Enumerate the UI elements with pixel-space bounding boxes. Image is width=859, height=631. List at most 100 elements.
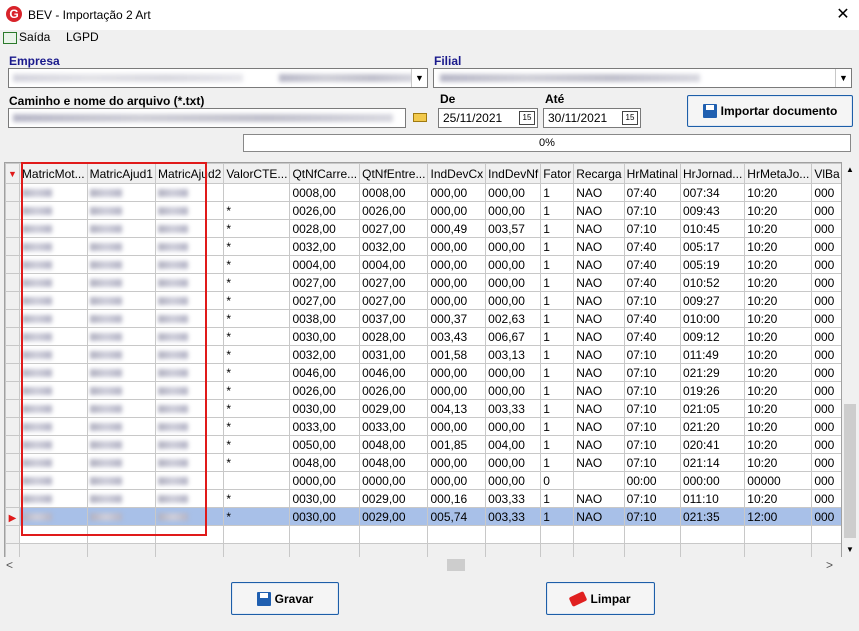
table-cell[interactable]: 1: [540, 453, 575, 472]
table-cell[interactable]: 021:14: [679, 453, 746, 472]
table-cell[interactable]: 011:49: [679, 345, 746, 364]
table-cell[interactable]: 000: [811, 489, 841, 508]
table-cell[interactable]: 000,00: [427, 255, 487, 274]
table-cell[interactable]: 007:34: [679, 183, 746, 202]
table-cell[interactable]: 000,37: [427, 309, 487, 328]
column-header[interactable]: IndDevNf: [485, 163, 542, 184]
table-cell[interactable]: 0026,00: [289, 381, 361, 400]
table-cell[interactable]: [573, 471, 625, 490]
menu-item-lgpd[interactable]: LGPD: [66, 30, 99, 44]
table-cell[interactable]: 0000,00: [289, 471, 361, 490]
table-cell[interactable]: 10:20: [744, 237, 813, 256]
table-cell[interactable]: 000,00: [427, 381, 487, 400]
table-cell[interactable]: NAO: [573, 327, 625, 346]
table-cell[interactable]: 10:20: [744, 183, 813, 202]
table-cell[interactable]: 000: [811, 435, 841, 454]
table-cell[interactable]: 000,00: [427, 453, 487, 472]
limpar-button[interactable]: Limpar: [546, 582, 655, 615]
table-cell[interactable]: 000,00: [485, 291, 542, 310]
table-cell[interactable]: NAO: [573, 255, 625, 274]
column-header[interactable]: Recarga: [573, 163, 625, 184]
table-cell[interactable]: NAO: [573, 345, 625, 364]
table-cell[interactable]: 000: [811, 507, 841, 526]
table-cell[interactable]: 12:00: [744, 507, 813, 526]
table-cell[interactable]: 0026,00: [289, 201, 361, 220]
table-cell[interactable]: *: [223, 507, 291, 526]
row-indicator[interactable]: [5, 489, 20, 508]
vertical-scroll-thumb[interactable]: [844, 404, 856, 538]
menu-item-saida[interactable]: Saída: [3, 30, 50, 44]
table-cell[interactable]: 000,00: [485, 273, 542, 292]
table-cell[interactable]: 1: [540, 399, 575, 418]
row-indicator[interactable]: [5, 327, 20, 346]
table-cell[interactable]: 003,33: [485, 399, 542, 418]
table-cell[interactable]: *: [223, 255, 291, 274]
table-cell[interactable]: 0008,00: [359, 183, 429, 202]
table-cell[interactable]: 10:20: [744, 363, 813, 382]
table-cell[interactable]: 0027,00: [359, 273, 429, 292]
table-cell[interactable]: 10:20: [744, 453, 813, 472]
table-cell[interactable]: 000,00: [485, 237, 542, 256]
table-cell[interactable]: 1: [540, 327, 575, 346]
row-indicator[interactable]: [5, 345, 20, 364]
table-cell[interactable]: *: [223, 417, 291, 436]
chevron-down-icon[interactable]: ▼: [411, 69, 427, 87]
table-cell[interactable]: NAO: [573, 507, 625, 526]
row-indicator[interactable]: [5, 183, 20, 202]
table-cell[interactable]: 000,00: [485, 363, 542, 382]
table-cell[interactable]: 1: [540, 201, 575, 220]
table-cell[interactable]: 000,00: [427, 417, 487, 436]
table-cell[interactable]: 1: [540, 183, 575, 202]
table-cell[interactable]: 010:45: [679, 219, 746, 238]
column-header[interactable]: QtNfEntre...: [359, 163, 429, 184]
row-indicator[interactable]: [5, 219, 20, 238]
row-indicator[interactable]: [5, 471, 20, 490]
table-cell[interactable]: 005:19: [679, 255, 746, 274]
table-cell[interactable]: *: [223, 219, 291, 238]
table-cell[interactable]: 07:40: [623, 273, 681, 292]
table-cell[interactable]: 07:10: [623, 345, 681, 364]
table-cell[interactable]: 0046,00: [289, 363, 361, 382]
ate-date-input[interactable]: 30/11/2021 15: [543, 108, 641, 128]
column-header[interactable]: IndDevCx: [427, 163, 487, 184]
table-cell[interactable]: 019:26: [679, 381, 746, 400]
filial-select[interactable]: ▼: [433, 68, 852, 88]
horizontal-scrollbar[interactable]: < >: [4, 557, 842, 573]
table-cell[interactable]: 009:43: [679, 201, 746, 220]
table-cell[interactable]: 000,00: [427, 201, 487, 220]
table-cell[interactable]: 000,00: [485, 417, 542, 436]
table-cell[interactable]: 0026,00: [359, 381, 429, 400]
table-cell[interactable]: 004,13: [427, 399, 487, 418]
table-cell[interactable]: 003,43: [427, 327, 487, 346]
empresa-select[interactable]: ▼: [8, 68, 428, 88]
table-cell[interactable]: *: [223, 201, 291, 220]
row-indicator[interactable]: [5, 381, 20, 400]
row-indicator[interactable]: [5, 435, 20, 454]
table-cell[interactable]: 0029,00: [359, 507, 429, 526]
importar-documento-button[interactable]: Importar documento: [687, 95, 853, 127]
table-cell[interactable]: 07:10: [623, 489, 681, 508]
table-cell[interactable]: 0030,00: [289, 327, 361, 346]
table-cell[interactable]: 1: [540, 417, 575, 436]
table-cell[interactable]: *: [223, 435, 291, 454]
table-cell[interactable]: 1: [540, 507, 575, 526]
table-cell[interactable]: 10:20: [744, 435, 813, 454]
scroll-left-icon[interactable]: <: [6, 557, 20, 573]
table-cell[interactable]: 000: [811, 471, 841, 490]
table-cell[interactable]: 0038,00: [289, 309, 361, 328]
table-cell[interactable]: 1: [540, 237, 575, 256]
table-cell[interactable]: 10:20: [744, 255, 813, 274]
table-cell[interactable]: 10:20: [744, 381, 813, 400]
table-cell[interactable]: 0033,00: [359, 417, 429, 436]
chevron-down-icon[interactable]: ▼: [835, 69, 851, 87]
folder-open-icon[interactable]: [412, 110, 428, 124]
table-cell[interactable]: 0027,00: [289, 273, 361, 292]
table-cell[interactable]: 0030,00: [289, 489, 361, 508]
table-cell[interactable]: 021:29: [679, 363, 746, 382]
table-cell[interactable]: NAO: [573, 273, 625, 292]
scroll-down-icon[interactable]: ▼: [842, 542, 858, 558]
table-cell[interactable]: 000: [811, 345, 841, 364]
table-cell[interactable]: NAO: [573, 237, 625, 256]
table-cell[interactable]: *: [223, 237, 291, 256]
table-cell[interactable]: 000: [811, 291, 841, 310]
